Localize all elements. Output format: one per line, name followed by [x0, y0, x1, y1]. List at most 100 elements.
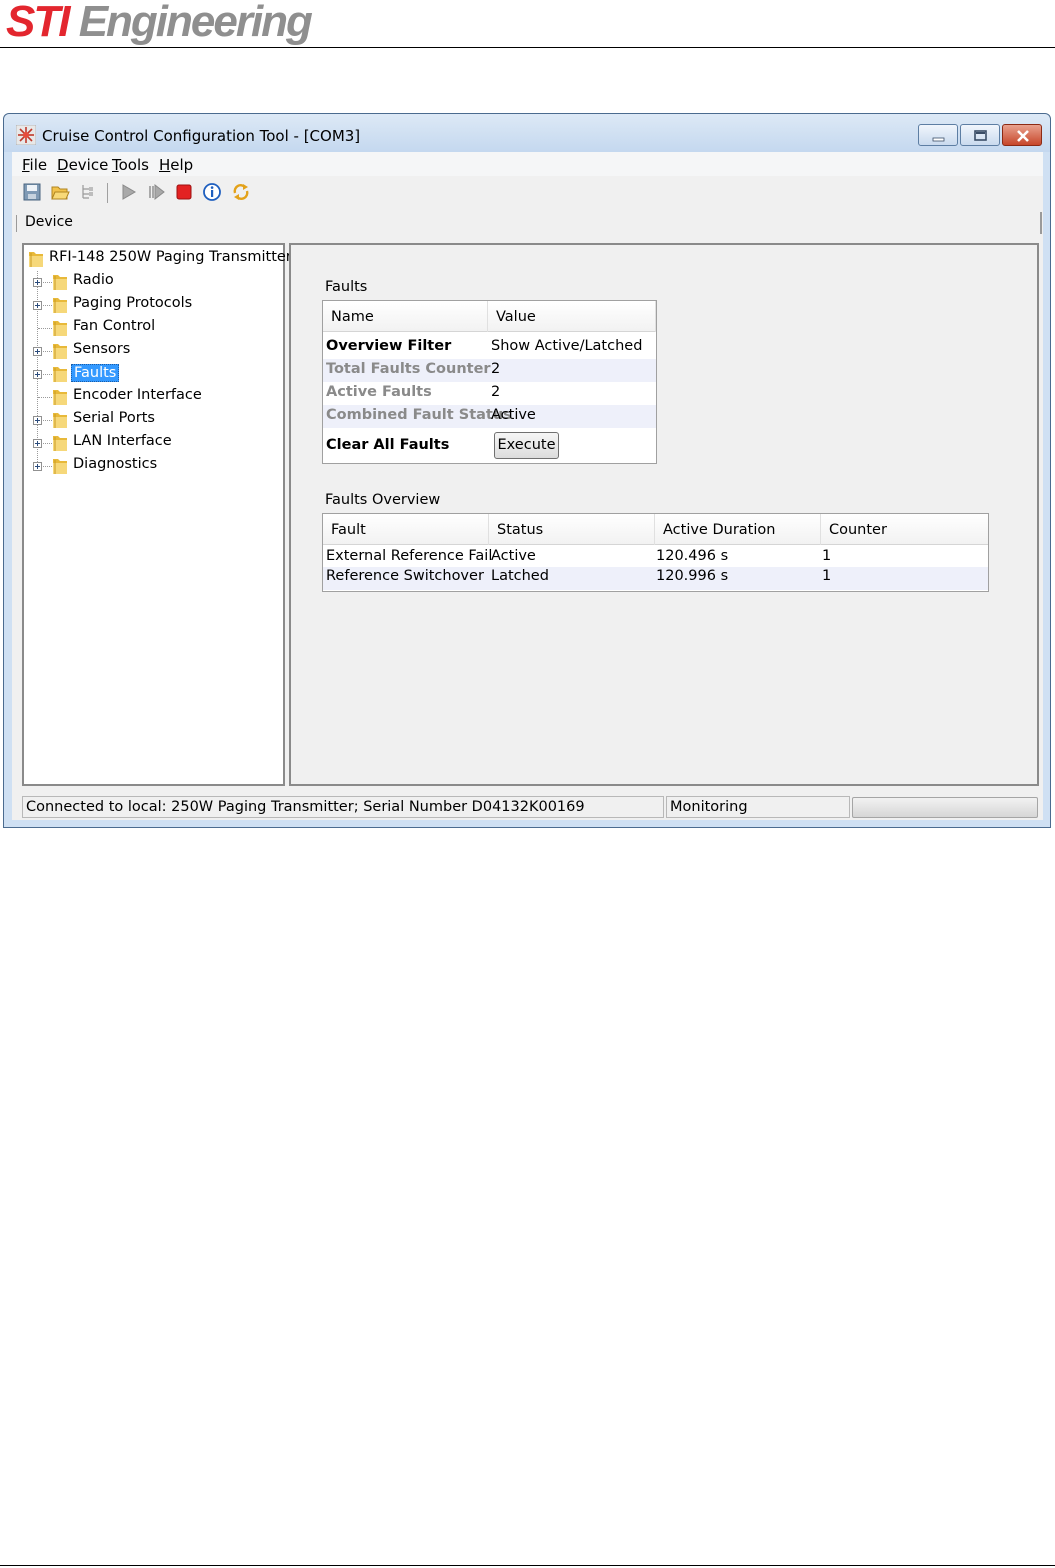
folder-icon: [29, 252, 43, 267]
property-row-active-faults[interactable]: Active Faults 2: [323, 382, 656, 405]
tree-item-label: Paging Protocols: [73, 295, 193, 311]
tree-item-radio[interactable]: Radio: [24, 272, 274, 294]
device-bar-grip-right[interactable]: [1040, 212, 1042, 234]
status-cell: Active: [491, 548, 536, 564]
device-bar-grip[interactable]: [16, 215, 17, 232]
tree-guide-line: [38, 397, 52, 398]
expand-icon[interactable]: [33, 416, 42, 425]
folder-icon: [53, 413, 67, 428]
column-header-fault[interactable]: Fault: [323, 514, 489, 545]
fault-cell: Reference Switchover: [326, 568, 484, 584]
open-folder-icon[interactable]: [50, 182, 70, 202]
column-header-value[interactable]: Value: [488, 301, 656, 332]
property-value: Active: [491, 407, 536, 423]
expand-icon[interactable]: [33, 462, 42, 471]
faults-section-title: Faults: [325, 279, 368, 295]
tree-root-label[interactable]: RFI-148 250W Paging Transmitter: [49, 249, 292, 265]
menu-file-label: ile: [29, 156, 48, 174]
menu-help-label: elp: [170, 156, 194, 174]
property-name: Combined Fault Status: [326, 407, 512, 423]
execute-button[interactable]: Execute: [494, 432, 559, 459]
device-tree[interactable]: RFI-148 250W Paging Transmitter Radio Pa…: [22, 243, 292, 786]
property-name: Clear All Faults: [326, 437, 450, 453]
fault-cell: External Reference Fail: [326, 548, 493, 564]
table-row[interactable]: Reference Switchover Latched 120.996 s 1: [323, 567, 988, 590]
tree-item-label: Serial Ports: [73, 410, 155, 426]
tree-item-diagnostics[interactable]: Diagnostics: [24, 456, 274, 478]
tree-item-sensors[interactable]: Sensors: [24, 341, 274, 363]
menu-device-label: evice: [68, 156, 109, 174]
footer-rule: [0, 1565, 1055, 1566]
property-value: 2: [491, 361, 501, 377]
stop-icon[interactable]: [174, 182, 194, 202]
property-value[interactable]: Show Active/Latched: [491, 338, 642, 354]
refresh-icon[interactable]: [231, 182, 251, 202]
save-icon[interactable]: [22, 182, 42, 202]
tree-item-faults[interactable]: Faults: [24, 364, 274, 386]
menu-file[interactable]: File: [22, 156, 47, 174]
menu-tools[interactable]: Tools: [112, 156, 149, 174]
toolbar-separator: [107, 183, 108, 203]
tree-item-lan-interface[interactable]: LAN Interface: [24, 433, 274, 455]
menu-device-mnemonic: D: [57, 156, 69, 174]
menu-device[interactable]: Device: [57, 156, 108, 174]
folder-icon: [53, 459, 67, 474]
expand-icon[interactable]: [33, 439, 42, 448]
tree-item-label: Sensors: [73, 341, 131, 357]
expand-icon[interactable]: [33, 370, 42, 379]
folder-icon: [53, 321, 67, 336]
table-header: Fault Status Active Duration Counter: [323, 514, 988, 545]
column-header-active-duration[interactable]: Active Duration: [655, 514, 821, 545]
column-header-counter[interactable]: Counter: [821, 514, 988, 545]
duration-cell: 120.996 s: [656, 568, 729, 584]
connection-status: Connected to local: 250W Paging Transmit…: [22, 796, 664, 818]
property-row-total-faults-counter[interactable]: Total Faults Counter 2: [323, 359, 656, 382]
info-icon[interactable]: [202, 182, 222, 202]
title-bar[interactable]: Cruise Control Configuration Tool - [COM…: [4, 114, 1050, 152]
minimize-button[interactable]: [918, 124, 958, 146]
close-button[interactable]: [1002, 124, 1042, 146]
restore-button[interactable]: [960, 124, 1000, 146]
progress-bar: [852, 797, 1038, 818]
play-icon[interactable]: [118, 182, 138, 202]
faults-property-grid: Name Value Overview Filter Show Active/L…: [322, 300, 657, 464]
column-header-name[interactable]: Name: [323, 301, 488, 332]
folder-icon: [53, 298, 67, 313]
expand-icon[interactable]: [33, 347, 42, 356]
expand-icon[interactable]: [33, 301, 42, 310]
expand-icon[interactable]: [33, 278, 42, 287]
property-row-overview-filter[interactable]: Overview Filter Show Active/Latched: [323, 336, 656, 359]
logo-engineering-text: Engineering: [78, 0, 313, 46]
property-name: Total Faults Counter: [326, 361, 491, 377]
logo-sti-text: STI: [6, 0, 70, 46]
menu-tools-mnemonic: T: [112, 156, 119, 174]
tree-guide-line: [43, 466, 52, 467]
folder-icon: [53, 436, 67, 451]
folder-icon: [53, 367, 67, 382]
tree-icon[interactable]: [78, 182, 98, 202]
column-header-status[interactable]: Status: [489, 514, 655, 545]
property-row-combined-fault-status[interactable]: Combined Fault Status Active: [323, 405, 656, 428]
table-row[interactable]: External Reference Fail Active 120.496 s…: [323, 547, 988, 567]
tree-guide-line: [43, 374, 52, 375]
star-burst-icon: [16, 125, 36, 145]
tree-item-serial-ports[interactable]: Serial Ports: [24, 410, 274, 432]
faults-overview-title: Faults Overview: [325, 492, 441, 508]
property-value: 2: [491, 384, 501, 400]
tree-item-fan-control[interactable]: Fan Control: [24, 318, 274, 340]
tree-guide-line: [43, 282, 52, 283]
property-name: Active Faults: [326, 384, 432, 400]
status-cell: Latched: [491, 568, 549, 584]
tree-item-encoder-interface[interactable]: Encoder Interface: [24, 387, 274, 409]
close-icon: [1017, 130, 1029, 142]
property-name: Overview Filter: [326, 338, 452, 354]
tree-guide-line: [38, 328, 52, 329]
tree-guide-line: [43, 305, 52, 306]
header-rule: [0, 47, 1055, 48]
device-bar: Device: [12, 210, 1043, 236]
app-window: Cruise Control Configuration Tool - [COM…: [3, 113, 1051, 828]
step-icon[interactable]: [146, 182, 166, 202]
menu-help[interactable]: Help: [159, 156, 193, 174]
tree-item-paging-protocols[interactable]: Paging Protocols: [24, 295, 274, 317]
device-bar-label: Device: [25, 214, 73, 230]
